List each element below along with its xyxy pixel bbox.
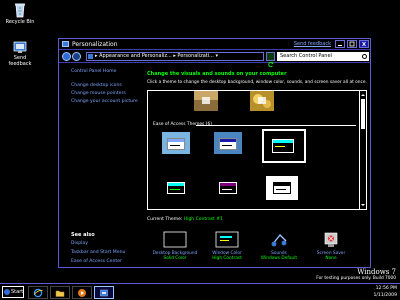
current-theme: Current Theme: High Contrast #1 bbox=[147, 217, 223, 222]
theme-thumbnail[interactable] bbox=[244, 91, 280, 113]
screen-saver-icon bbox=[318, 231, 344, 249]
taskbar: Start 12:56 PM 1/11/2009 bbox=[0, 283, 400, 300]
control-panel-icon bbox=[100, 289, 108, 297]
scroll-down-icon[interactable] bbox=[361, 203, 365, 207]
clock-date: 1/11/2009 bbox=[373, 293, 397, 298]
maximize-icon bbox=[349, 41, 355, 47]
current-theme-label: Current Theme: bbox=[147, 217, 183, 222]
theme-high-contrast-1[interactable] bbox=[262, 129, 306, 163]
theme-high-contrast-2[interactable] bbox=[158, 175, 194, 201]
start-button[interactable]: Start bbox=[2, 286, 24, 298]
maximize-button[interactable] bbox=[347, 40, 357, 48]
change-account-picture-link[interactable]: Change your account picture bbox=[71, 99, 138, 105]
desktop-background-value: Solid Color bbox=[163, 256, 187, 261]
window-title: Personalization bbox=[72, 41, 118, 48]
see-also-heading: See also bbox=[71, 232, 95, 238]
search-icon bbox=[362, 54, 367, 59]
main-pane: Change the visuals and sounds on your co… bbox=[143, 63, 370, 267]
watermark-title: Windows 7 bbox=[357, 268, 396, 276]
refresh-button[interactable] bbox=[266, 52, 275, 68]
address-bar: ▸ Appearance and Personaliz... ▸ Persona… bbox=[59, 50, 370, 68]
scroll-up-icon[interactable] bbox=[361, 93, 365, 97]
screen-saver-value: None bbox=[325, 256, 337, 261]
landscape-wallpaper-preview bbox=[194, 91, 218, 111]
page-title: Change the visuals and sounds on your co… bbox=[147, 71, 287, 77]
media-player-icon bbox=[78, 289, 86, 297]
close-icon bbox=[362, 41, 366, 47]
scrollbar-thumb[interactable] bbox=[361, 99, 365, 129]
taskbar-media-player[interactable] bbox=[72, 286, 92, 299]
breadcrumb-text: ▸ Appearance and Personaliz... ▸ Persona… bbox=[95, 53, 218, 59]
ease-of-access-center-link[interactable]: Ease of Access Center bbox=[71, 259, 122, 265]
close-button[interactable] bbox=[359, 40, 369, 48]
control-panel-icon bbox=[62, 41, 69, 47]
feedback-icon bbox=[13, 41, 27, 53]
theme-high-contrast-white[interactable] bbox=[264, 175, 300, 201]
window-color-value: High Contrast bbox=[212, 256, 242, 261]
current-theme-value: High Contrast #1 bbox=[183, 217, 223, 222]
theme-thumbnail[interactable] bbox=[188, 91, 224, 113]
folder-icon bbox=[55, 290, 65, 297]
system-tray-clock[interactable]: 12:56 PM 1/11/2009 bbox=[373, 285, 397, 299]
screen-saver-button[interactable]: Screen Saver None bbox=[307, 231, 355, 261]
taskbar-start-menu-link[interactable]: Taskbar and Start Menu bbox=[71, 250, 125, 256]
control-panel-crumb-icon bbox=[88, 54, 93, 59]
theme-high-contrast-black[interactable] bbox=[210, 175, 246, 201]
window-color-button[interactable]: Window Color High Contrast bbox=[203, 231, 251, 261]
theme-windows-classic[interactable] bbox=[210, 131, 246, 157]
taskbar-control-panel[interactable] bbox=[94, 286, 114, 299]
group-divider bbox=[196, 125, 356, 126]
desktop-background-button[interactable]: Desktop Background Solid Color bbox=[151, 231, 199, 261]
send-feedback-link[interactable]: Send feedback bbox=[294, 40, 331, 49]
theme-gallery: Ease of Access Themes (6) bbox=[147, 90, 367, 210]
page-subtitle: Click a theme to change the desktop back… bbox=[147, 80, 367, 85]
internet-explorer-icon bbox=[33, 288, 43, 298]
personalization-window: Personalization Send feedback ▸ Appearan… bbox=[58, 38, 371, 268]
send-feedback-desktop-icon[interactable]: Send feedback bbox=[3, 40, 37, 67]
taskbar-internet-explorer[interactable] bbox=[28, 286, 48, 299]
windows-orb-icon bbox=[4, 289, 10, 295]
title-bar[interactable]: Personalization Send feedback bbox=[59, 39, 370, 50]
recycle-bin-icon bbox=[15, 3, 25, 18]
display-link[interactable]: Display bbox=[71, 241, 88, 247]
search-input[interactable]: Search Control Panel bbox=[277, 52, 369, 61]
forward-button[interactable] bbox=[72, 52, 81, 61]
search-placeholder: Search Control Panel bbox=[280, 53, 332, 59]
sounds-icon bbox=[266, 231, 292, 249]
taskbar-windows-explorer[interactable] bbox=[50, 286, 70, 299]
build-watermark: Windows 7 For testing purposes only. Bui… bbox=[316, 268, 396, 281]
recycle-bin-label: Recycle Bin bbox=[5, 19, 35, 25]
task-pane: Control Panel Home Change desktop icons … bbox=[59, 63, 143, 267]
gallery-scrollbar[interactable] bbox=[359, 91, 366, 209]
start-label: Start bbox=[11, 289, 24, 295]
minimize-icon bbox=[338, 45, 342, 46]
sounds-button[interactable]: Sounds Windows Default bbox=[255, 231, 303, 261]
window-color-icon bbox=[214, 231, 240, 249]
recycle-bin-desktop-icon[interactable]: Recycle Bin bbox=[3, 2, 37, 25]
breadcrumb[interactable]: ▸ Appearance and Personaliz... ▸ Persona… bbox=[86, 52, 264, 61]
send-feedback-label-2: feedback bbox=[8, 61, 32, 67]
flowers-wallpaper-preview bbox=[250, 91, 274, 111]
control-panel-home-link[interactable]: Control Panel Home bbox=[71, 69, 116, 75]
sounds-value: Windows Default bbox=[260, 256, 298, 261]
watermark-build-line: For testing purposes only. Build 7000 bbox=[316, 276, 396, 281]
minimize-button[interactable] bbox=[335, 40, 345, 48]
change-desktop-icons-link[interactable]: Change desktop icons bbox=[71, 83, 122, 89]
desktop-background-icon bbox=[162, 231, 188, 249]
theme-windows-7-basic[interactable] bbox=[158, 131, 194, 157]
back-button[interactable] bbox=[62, 52, 71, 61]
clock-time: 12:56 PM bbox=[375, 286, 397, 291]
change-mouse-pointers-link[interactable]: Change mouse pointers bbox=[71, 91, 126, 97]
